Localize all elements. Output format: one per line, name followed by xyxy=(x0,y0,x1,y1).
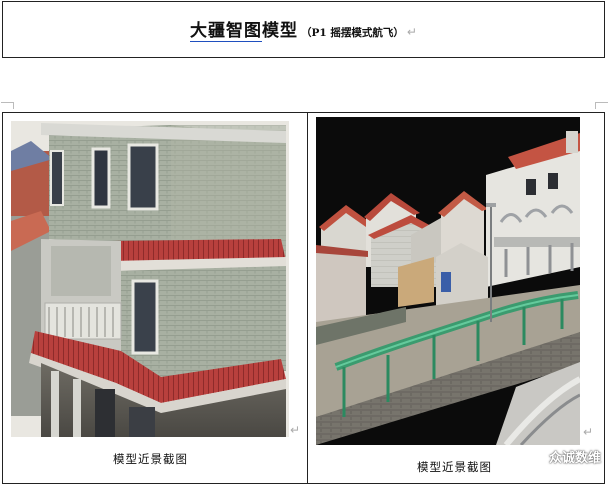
cell-end-mark-icon: ↵ xyxy=(290,423,301,437)
title-box: 大疆智图模型 （P1 摇摆模式航飞） ↵ xyxy=(2,1,605,58)
title-rest-text: 模型 xyxy=(262,21,299,41)
table-column-divider xyxy=(307,113,308,483)
left-model-image xyxy=(11,121,289,437)
title-line: 大疆智图模型 （P1 摇摆模式航飞） ↵ xyxy=(3,16,604,42)
right-model-image xyxy=(316,117,580,445)
left-margin-corner-icon xyxy=(1,102,14,109)
watermark-text: 众诚数维 xyxy=(548,451,601,466)
right-margin-corner-icon xyxy=(595,102,608,109)
document-subtitle: （P1 摇摆模式航飞） xyxy=(301,27,404,39)
image-table: ↵ 模型近景截图 ↵ 模型近景截图 xyxy=(2,112,605,484)
cell-end-mark-icon-right: ↵ xyxy=(583,425,594,439)
left-image-caption: 模型近景截图 xyxy=(113,452,188,466)
street-scene-illustration xyxy=(316,117,580,445)
wechat-icon xyxy=(521,448,545,465)
document-title: 大疆智图模型 xyxy=(190,21,298,42)
right-image-caption: 模型近景截图 xyxy=(417,460,492,474)
paragraph-mark-icon: ↵ xyxy=(406,25,417,39)
title-underlined-text: 大疆智图 xyxy=(190,21,263,42)
building-closeup-illustration xyxy=(11,121,289,437)
page-margin-markers xyxy=(0,98,609,112)
watermark: 众诚数维 xyxy=(521,447,601,466)
